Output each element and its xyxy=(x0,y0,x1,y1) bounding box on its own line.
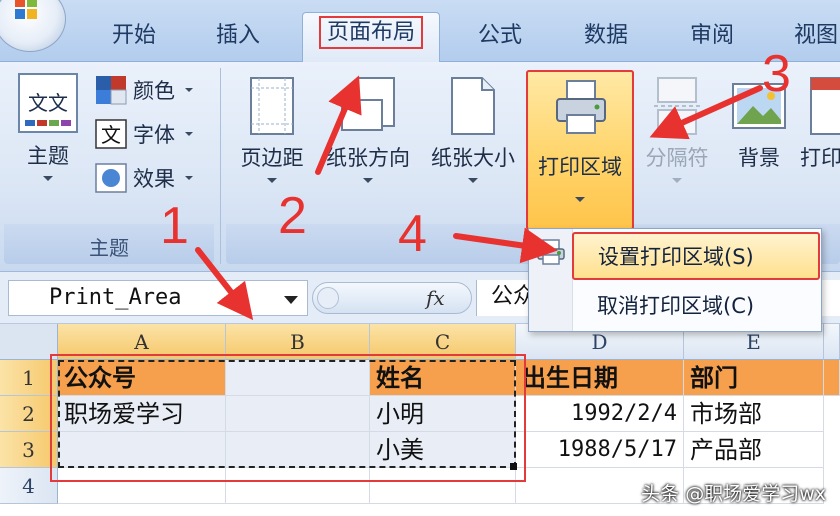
print-titles-button[interactable]: 打印 xyxy=(800,76,840,172)
menu-icon-column xyxy=(529,229,573,331)
row-header-1[interactable]: 1 xyxy=(0,360,58,396)
watermark: 头条 @职场爱学习wx xyxy=(641,483,826,505)
cell-d2[interactable]: 1992/2/4 xyxy=(516,396,684,432)
orientation-icon xyxy=(341,77,395,131)
cell-b2[interactable] xyxy=(226,396,370,432)
cell-e3[interactable]: 产品部 xyxy=(684,432,824,468)
colors-button[interactable]: 颜色 xyxy=(95,72,193,108)
cell-c2[interactable]: 小明 xyxy=(370,396,516,432)
cell-e2[interactable]: 市场部 xyxy=(684,396,824,432)
name-box[interactable]: Print_Area xyxy=(8,280,308,316)
themes-label: 主题 xyxy=(27,144,69,168)
cell-c4[interactable] xyxy=(370,468,516,504)
chevron-down-icon xyxy=(43,176,53,181)
chevron-down-icon xyxy=(468,178,478,183)
tab-insert[interactable]: 插入 xyxy=(200,16,276,62)
palette-icon xyxy=(96,76,127,105)
step-number-2: 2 xyxy=(278,187,307,245)
chevron-down-icon xyxy=(575,197,585,202)
size-button[interactable]: 纸张大小 xyxy=(424,76,522,183)
fill-handle[interactable] xyxy=(510,463,517,470)
print-titles-icon xyxy=(810,77,840,135)
chevron-down-icon xyxy=(363,178,373,183)
orientation-label: 纸张方向 xyxy=(326,146,410,170)
tab-formulas[interactable]: 公式 xyxy=(462,16,538,62)
tab-review[interactable]: 审阅 xyxy=(674,16,750,62)
breaks-label: 分隔符 xyxy=(645,146,709,170)
column-header-b[interactable]: B xyxy=(226,324,370,360)
cell-b3[interactable] xyxy=(226,432,370,468)
paper-size-icon xyxy=(451,77,495,135)
row-header-2[interactable]: 2 xyxy=(0,396,58,432)
select-all-corner[interactable] xyxy=(0,324,58,360)
print-area-button[interactable]: 打印区域 xyxy=(526,70,634,230)
column-header-f[interactable] xyxy=(824,324,840,360)
cell-c3[interactable]: 小美 xyxy=(370,432,516,468)
breaks-button[interactable]: 分隔符 xyxy=(638,76,716,183)
step-number-3: 3 xyxy=(762,45,791,103)
background-label: 背景 xyxy=(738,146,780,170)
chevron-down-icon xyxy=(185,88,193,92)
set-print-area-icon xyxy=(537,239,565,265)
expand-knob-icon xyxy=(317,287,339,309)
fonts-button[interactable]: 文 字体 xyxy=(95,116,193,152)
cell-b4[interactable] xyxy=(226,468,370,504)
font-icon: 文 xyxy=(95,119,127,149)
group-separator xyxy=(220,68,221,264)
tab-page-layout[interactable]: 页面布局 xyxy=(302,12,440,63)
cell-e1[interactable]: 部门 xyxy=(684,360,824,396)
set-print-area-item[interactable]: 设置打印区域(S) xyxy=(572,232,820,280)
effects-button[interactable]: 效果 xyxy=(95,160,193,196)
print-area-label: 打印区域 xyxy=(538,155,622,179)
cell-a2[interactable]: 职场爱学习 xyxy=(58,396,226,432)
effects-icon xyxy=(95,163,127,193)
cell-f1[interactable] xyxy=(824,360,840,396)
cell-b1[interactable] xyxy=(226,360,370,396)
effects-label: 效果 xyxy=(133,167,175,191)
size-label: 纸张大小 xyxy=(431,146,515,170)
office-logo-icon xyxy=(15,0,37,19)
svg-text:文: 文 xyxy=(101,123,121,147)
insert-function-button[interactable]: fx xyxy=(426,286,445,310)
row-header-3[interactable]: 3 xyxy=(0,432,58,468)
chevron-down-icon[interactable] xyxy=(284,296,298,304)
themes-button[interactable]: 文文 主题 xyxy=(12,72,84,181)
cell-a3[interactable] xyxy=(58,432,226,468)
print-titles-label: 打印 xyxy=(800,146,840,170)
chevron-down-icon xyxy=(672,178,682,183)
page-break-icon xyxy=(654,77,700,135)
clear-print-area-item[interactable]: 取消打印区域(C) xyxy=(573,283,819,329)
step-number-1: 1 xyxy=(160,197,189,255)
formula-bar-expander[interactable] xyxy=(312,282,472,314)
orientation-button[interactable]: 纸张方向 xyxy=(320,76,416,183)
margins-label: 页边距 xyxy=(240,146,304,170)
printer-icon xyxy=(556,80,606,134)
step-number-4: 4 xyxy=(398,205,427,263)
margins-button[interactable]: 页边距 xyxy=(232,76,312,183)
cell-d1[interactable]: 出生日期 xyxy=(516,360,684,396)
chevron-down-icon xyxy=(185,132,193,136)
chevron-down-icon xyxy=(267,178,277,183)
chevron-down-icon xyxy=(185,176,193,180)
ribbon-tab-bar: 开始 插入 页面布局 公式 数据 审阅 视图 xyxy=(0,0,840,63)
cell-a1[interactable]: 公众号 xyxy=(58,360,226,396)
svg-text:文文: 文文 xyxy=(28,91,68,115)
fonts-label: 字体 xyxy=(133,123,175,147)
colors-label: 颜色 xyxy=(133,79,175,103)
office-button[interactable] xyxy=(0,0,66,52)
column-header-c[interactable]: C xyxy=(370,324,516,360)
tab-data[interactable]: 数据 xyxy=(568,16,644,62)
cell-d3[interactable]: 1988/5/17 xyxy=(516,432,684,468)
print-area-menu: 设置打印区域(S) 取消打印区域(C) xyxy=(528,228,822,332)
cell-c1[interactable]: 姓名 xyxy=(370,360,516,396)
row-header-4[interactable]: 4 xyxy=(0,468,58,504)
cell-a4[interactable] xyxy=(58,468,226,504)
themes-icon: 文文 xyxy=(18,73,78,133)
margins-icon xyxy=(250,77,294,135)
column-header-a[interactable]: A xyxy=(58,324,226,360)
tab-home[interactable]: 开始 xyxy=(96,16,172,62)
